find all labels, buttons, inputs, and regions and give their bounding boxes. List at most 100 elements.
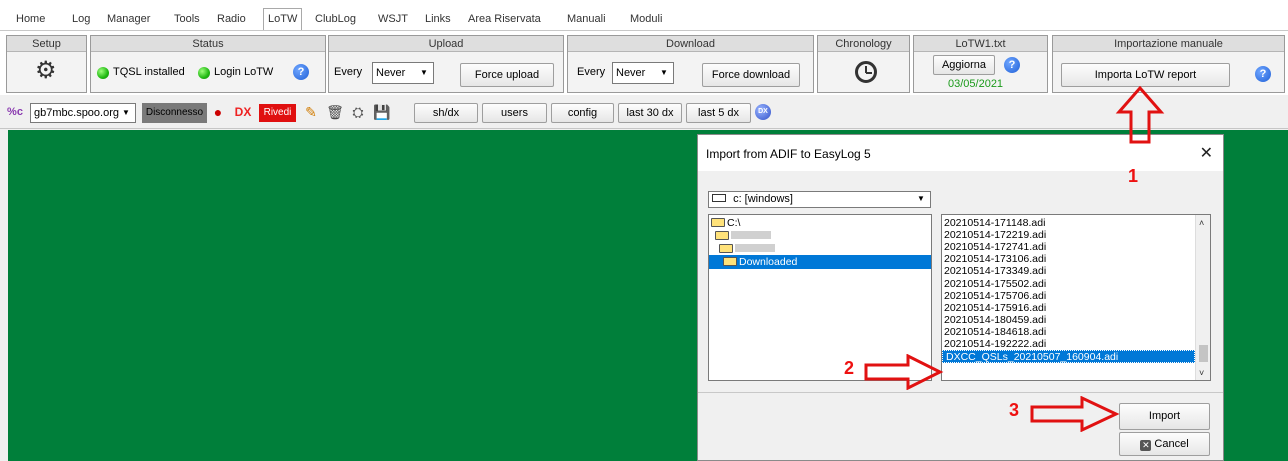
drive-icon xyxy=(712,194,726,202)
menu-manuali[interactable]: Manuali xyxy=(567,10,606,28)
menu-radio[interactable]: Radio xyxy=(217,10,246,28)
folder-label: C:\ xyxy=(727,217,741,229)
cluster-icon[interactable]: %c xyxy=(6,103,24,121)
folder-open-icon xyxy=(723,257,737,266)
chevron-down-icon: ▼ xyxy=(122,108,130,117)
paint-icon[interactable]: ✎ xyxy=(302,103,320,121)
download-every-label: Every xyxy=(577,66,606,78)
file-list-item[interactable]: 20210514-172741.adi xyxy=(944,241,1046,253)
cancel-button[interactable]: ✕ Cancel xyxy=(1119,432,1210,456)
file-list-item-selected[interactable]: DXCC_QSLs_20210507_160904.adi xyxy=(942,350,1195,364)
folder-item-redacted-1[interactable] xyxy=(715,230,771,242)
drive-select[interactable]: c: [windows] ▼ xyxy=(708,191,931,208)
force-upload-button[interactable]: Force upload xyxy=(460,63,554,87)
file-list-item[interactable]: 20210514-184618.adi xyxy=(944,326,1046,338)
folder-item-root[interactable]: C:\ xyxy=(711,217,740,229)
upload-group: Upload Every Never ▼ Force upload xyxy=(328,35,564,93)
config-button[interactable]: config xyxy=(551,103,614,123)
folder-open-icon xyxy=(715,231,729,240)
menu-moduli[interactable]: Moduli xyxy=(630,10,662,28)
menu-links[interactable]: Links xyxy=(425,10,451,28)
last-30-dx-button[interactable]: last 30 dx xyxy=(618,103,682,123)
menu-area-riservata[interactable]: Area Riservata xyxy=(468,10,541,28)
login-status-icon xyxy=(198,67,210,79)
users-button[interactable]: users xyxy=(482,103,547,123)
menu-log[interactable]: Log xyxy=(72,10,90,28)
dx-globe-icon[interactable]: DX xyxy=(755,104,771,120)
file-list-scrollbar[interactable]: ˄ ˅ xyxy=(1195,215,1210,380)
chevron-down-icon: ▼ xyxy=(917,194,925,203)
file-list-item[interactable]: 20210514-175706.adi xyxy=(944,290,1046,302)
import-dialog: Import from ADIF to EasyLog 5 ✕ c: [wind… xyxy=(697,134,1224,461)
force-download-button[interactable]: Force download xyxy=(702,63,800,87)
import-lotw-report-button[interactable]: Importa LoTW report xyxy=(1061,63,1230,87)
download-interval-value: Never xyxy=(616,67,646,79)
connect-icon[interactable]: ● xyxy=(209,103,227,121)
annotation-number: 3 xyxy=(1009,400,1020,420)
dialog-divider xyxy=(698,392,1223,393)
upload-interval-value: Never xyxy=(376,67,406,79)
menu-tools[interactable]: Tools xyxy=(174,10,200,28)
import-button[interactable]: Import xyxy=(1119,403,1210,430)
ribbon: Setup ⚙ Status TQSL installed Login LoTW… xyxy=(0,31,1288,95)
network-icon[interactable]: ⛭ xyxy=(349,103,367,121)
file-list-item[interactable]: 20210514-173349.adi xyxy=(944,265,1046,277)
file-list-item[interactable]: 20210514-180459.adi xyxy=(944,314,1046,326)
chevron-down-icon: ▼ xyxy=(420,68,428,77)
help-icon[interactable]: ? xyxy=(1255,66,1271,82)
menu-home[interactable]: Home xyxy=(16,10,45,28)
file-list-item[interactable]: 20210514-172219.adi xyxy=(944,229,1046,241)
menu-bar: Home Log Manager Tools Radio LoTW ClubLo… xyxy=(0,0,1288,32)
refresh-button[interactable]: Aggiorna xyxy=(933,55,995,75)
chevron-down-icon[interactable]: ˅ xyxy=(1199,368,1204,378)
help-icon[interactable]: ? xyxy=(293,64,309,80)
save-icon[interactable]: 💾 xyxy=(373,103,391,121)
rivedi-button[interactable]: Rivedi xyxy=(259,104,296,122)
file-list-item[interactable]: 20210514-173106.adi xyxy=(944,253,1046,265)
menu-wsjt[interactable]: WSJT xyxy=(378,10,408,28)
upload-header: Upload xyxy=(329,36,563,52)
file-list[interactable]: 20210514-171148.adi 20210514-172219.adi 20… xyxy=(941,214,1211,381)
clock-icon[interactable] xyxy=(855,61,877,83)
cluster-server-select[interactable]: gb7mbc.spoo.org ▼ xyxy=(30,103,136,123)
gear-icon[interactable]: ⚙ xyxy=(35,58,57,84)
dialog-title: Import from ADIF to EasyLog 5 xyxy=(706,147,871,161)
annotation-arrow-up xyxy=(1115,86,1165,144)
download-interval-select[interactable]: Never ▼ xyxy=(612,62,674,84)
tqsl-status-icon xyxy=(97,67,109,79)
help-icon[interactable]: ? xyxy=(1004,57,1020,73)
file-list-item[interactable]: 20210514-171148.adi xyxy=(944,217,1045,229)
upload-interval-select[interactable]: Never ▼ xyxy=(372,62,434,84)
disconnect-status[interactable]: Disconnesso xyxy=(142,103,207,123)
folder-item-downloaded[interactable]: Downloaded xyxy=(709,255,931,269)
manual-import-header: Importazione manuale xyxy=(1053,36,1284,52)
folder-open-icon xyxy=(711,218,725,227)
last-5-dx-button[interactable]: last 5 dx xyxy=(686,103,751,123)
file-list-item[interactable]: 20210514-175916.adi xyxy=(944,302,1046,314)
drive-value: c: [windows] xyxy=(733,193,793,205)
folder-label: Downloaded xyxy=(739,256,798,268)
chronology-group: Chronology xyxy=(817,35,910,93)
redacted-label xyxy=(731,231,771,239)
chronology-header: Chronology xyxy=(818,36,909,52)
trash-icon[interactable]: 🗑 xyxy=(326,103,344,121)
menu-clublog[interactable]: ClubLog xyxy=(315,10,356,28)
setup-group: Setup ⚙ xyxy=(6,35,87,93)
file-list-item[interactable]: 20210514-175502.adi xyxy=(944,278,1046,290)
cancel-label: Cancel xyxy=(1154,438,1189,450)
sh-dx-button[interactable]: sh/dx xyxy=(414,103,478,123)
menu-lotw[interactable]: LoTW xyxy=(263,8,303,30)
setup-header: Setup xyxy=(7,36,86,52)
close-icon[interactable]: ✕ xyxy=(1200,143,1213,163)
login-status-label: Login LoTW xyxy=(214,66,274,78)
dx-icon[interactable]: DX xyxy=(231,103,255,121)
file-list-item[interactable]: 20210514-192222.adi xyxy=(944,338,1046,350)
scrollbar-thumb[interactable] xyxy=(1199,345,1208,362)
lotw-file-date: 03/05/2021 xyxy=(948,78,1004,90)
menu-manager[interactable]: Manager xyxy=(107,10,150,28)
chevron-up-icon[interactable]: ˄ xyxy=(1199,218,1204,228)
annotation-arrow-right xyxy=(1030,396,1120,432)
download-header: Download xyxy=(568,36,813,52)
lotw-file-group: LoTW1.txt Aggiorna ? 03/05/2021 xyxy=(913,35,1048,93)
folder-item-redacted-2[interactable] xyxy=(719,243,775,255)
